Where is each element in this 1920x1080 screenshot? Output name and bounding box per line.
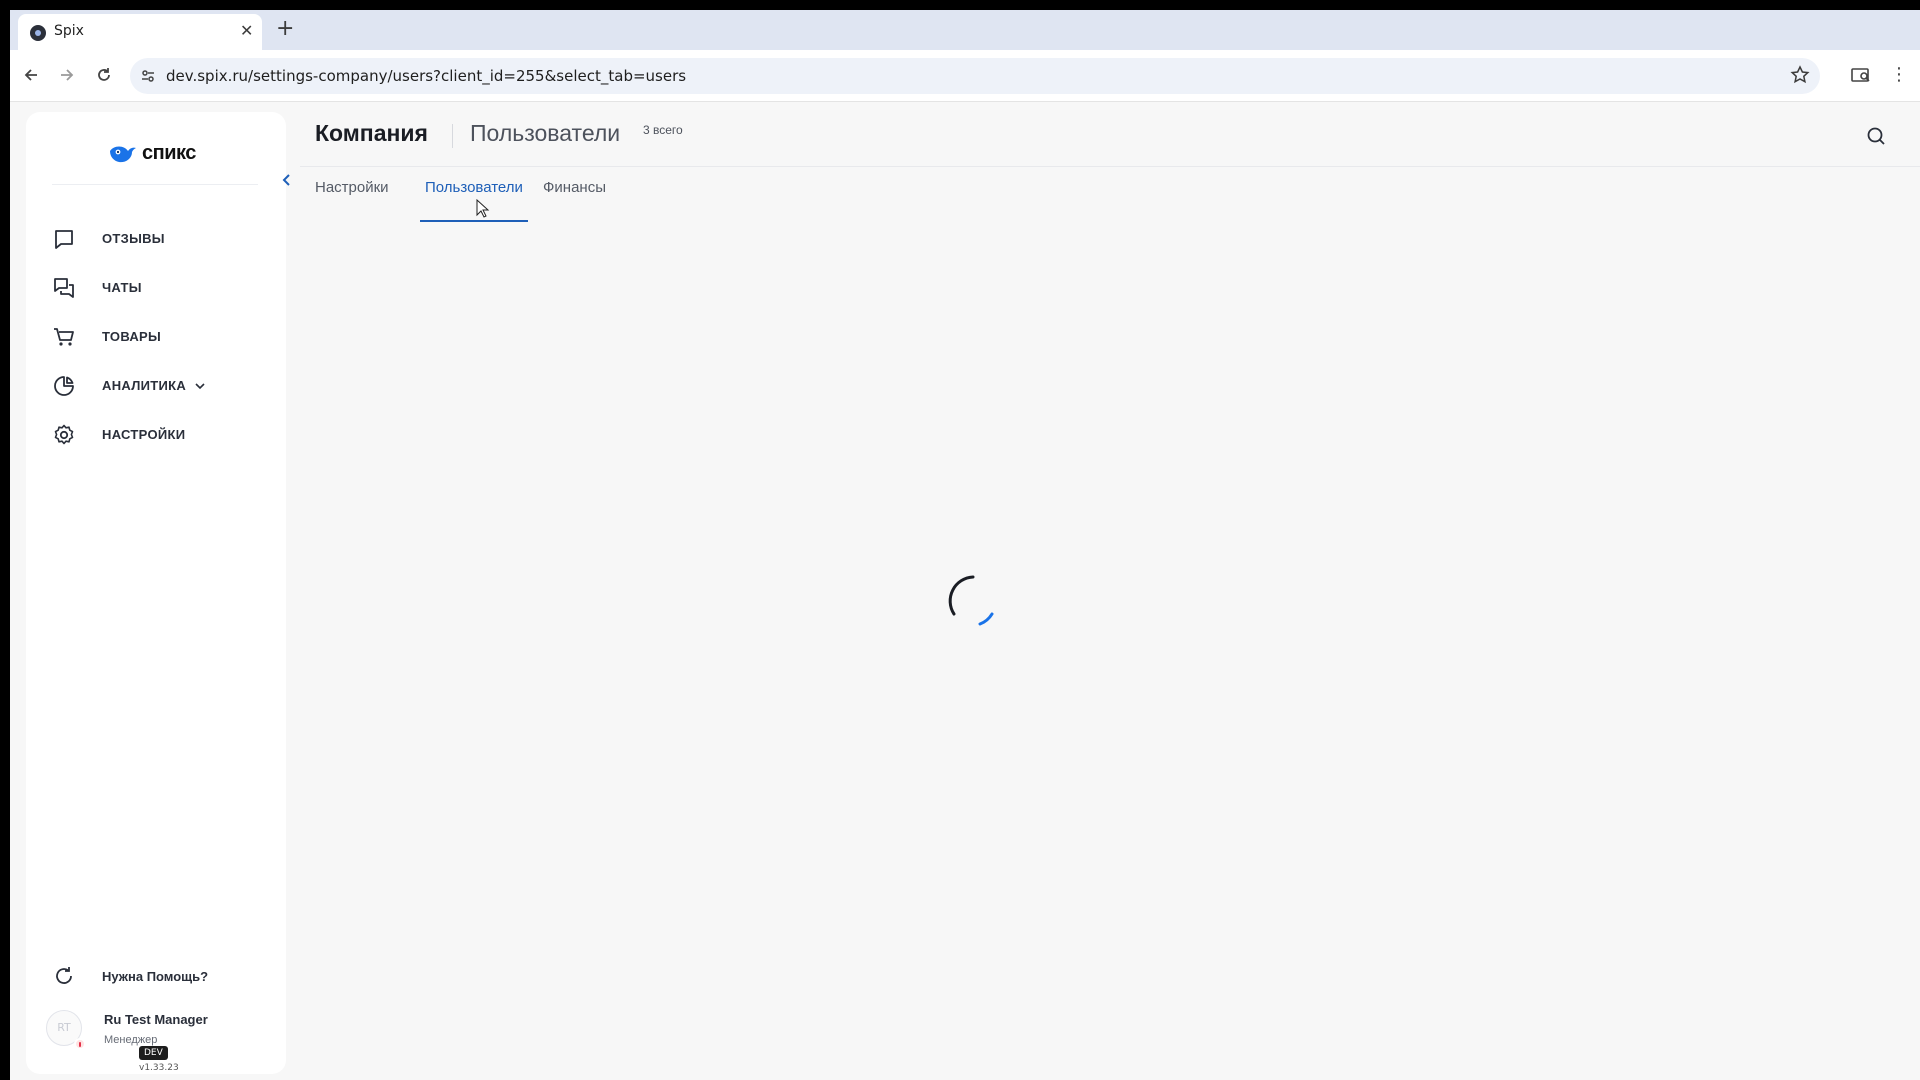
gear-icon xyxy=(54,424,74,444)
env-badge: DEV xyxy=(139,1046,168,1060)
page-title: Компания xyxy=(315,120,428,146)
sidebar-item-label: ТОВАРЫ xyxy=(102,329,162,344)
tab-finances[interactable]: Финансы xyxy=(543,178,606,222)
app-version: v1.33.23 xyxy=(139,1063,179,1073)
sidebar-item-label: АНАЛИТИКА xyxy=(102,378,187,393)
logo-text: спикс xyxy=(142,142,196,164)
sidebar-item-label: ЧАТЫ xyxy=(102,280,142,295)
chevron-down-icon[interactable] xyxy=(194,380,206,392)
search-tabs-icon[interactable] xyxy=(1850,62,1872,88)
sidebar-item-products[interactable]: ТОВАРЫ xyxy=(26,312,286,361)
spix-favicon-icon xyxy=(30,25,46,41)
sidebar-item-chats[interactable]: ЧАТЫ xyxy=(26,263,286,312)
tab-settings[interactable]: Настройки xyxy=(315,178,389,222)
tab-users[interactable]: Пользователи xyxy=(420,178,528,222)
spix-bird-logo-icon xyxy=(110,146,136,162)
collapse-sidebar-chevron-icon[interactable] xyxy=(279,172,295,188)
sidebar-nav: ОТЗЫВЫ ЧАТЫ ТОВАРЫ АНАЛИТИКА НАСТРОЙКИ xyxy=(26,214,286,459)
tab-close-icon[interactable]: ✕ xyxy=(240,22,253,40)
user-role: Менеджер xyxy=(104,1034,158,1046)
page-subtitle: Пользователи xyxy=(470,120,621,146)
chats-icon xyxy=(54,277,74,298)
sidebar-item-reviews[interactable]: ОТЗЫВЫ xyxy=(26,214,286,263)
reload-icon xyxy=(98,68,110,81)
help-link[interactable]: Нужна Помощь? xyxy=(26,956,286,996)
help-label: Нужна Помощь? xyxy=(102,968,209,984)
site-settings-icon[interactable] xyxy=(140,68,156,84)
reviews-icon xyxy=(55,229,73,249)
back-button[interactable] xyxy=(18,62,44,88)
cart-icon xyxy=(54,327,74,346)
browser-toolbar: dev.spix.ru/settings-company/users?clien… xyxy=(10,50,1920,102)
user-name: Ru Test Manager xyxy=(104,1012,208,1027)
arrow-right-icon xyxy=(61,69,74,81)
forward-button[interactable] xyxy=(54,62,80,88)
logo[interactable]: спикс xyxy=(108,142,196,165)
browser-menu-icon[interactable]: ⋮ xyxy=(1890,62,1908,88)
url-text[interactable]: dev.spix.ru/settings-company/users?clien… xyxy=(166,67,686,85)
title-divider xyxy=(452,124,453,148)
users-count: 3 всего xyxy=(643,123,683,137)
reload-button[interactable] xyxy=(91,62,117,88)
logo-divider xyxy=(52,184,258,185)
address-bar[interactable]: dev.spix.ru/settings-company/users?clien… xyxy=(130,58,1820,94)
sidebar-item-settings[interactable]: НАСТРОЙКИ xyxy=(26,410,286,459)
header-divider xyxy=(300,166,1920,167)
arrow-left-icon xyxy=(24,69,37,81)
search-icon[interactable] xyxy=(1864,124,1888,148)
loading-spinner-icon xyxy=(948,575,994,626)
new-tab-button[interactable]: + xyxy=(276,18,294,40)
help-refresh-icon xyxy=(56,967,72,984)
sidebar: спикс ОТЗЫВЫ ЧАТЫ ТОВАРЫ АНАЛИТИКА НАСТР… xyxy=(26,112,290,1074)
sidebar-item-label: ОТЗЫВЫ xyxy=(102,231,165,246)
bookmark-star-icon[interactable] xyxy=(1790,65,1810,85)
browser-tab-strip: Spix ✕ + xyxy=(10,10,1920,50)
analytics-icon xyxy=(54,375,74,396)
browser-tab-title: Spix xyxy=(54,23,84,39)
sidebar-item-analytics[interactable]: АНАЛИТИКА xyxy=(26,361,286,410)
mouse-cursor-icon xyxy=(476,199,490,218)
screen: Spix ✕ + dev.spix.ru/settings-company/us… xyxy=(10,10,1920,1080)
sidebar-item-label: НАСТРОЙКИ xyxy=(102,427,186,442)
browser-tab[interactable]: Spix ✕ xyxy=(18,14,262,50)
alert-badge-icon xyxy=(74,1038,86,1050)
